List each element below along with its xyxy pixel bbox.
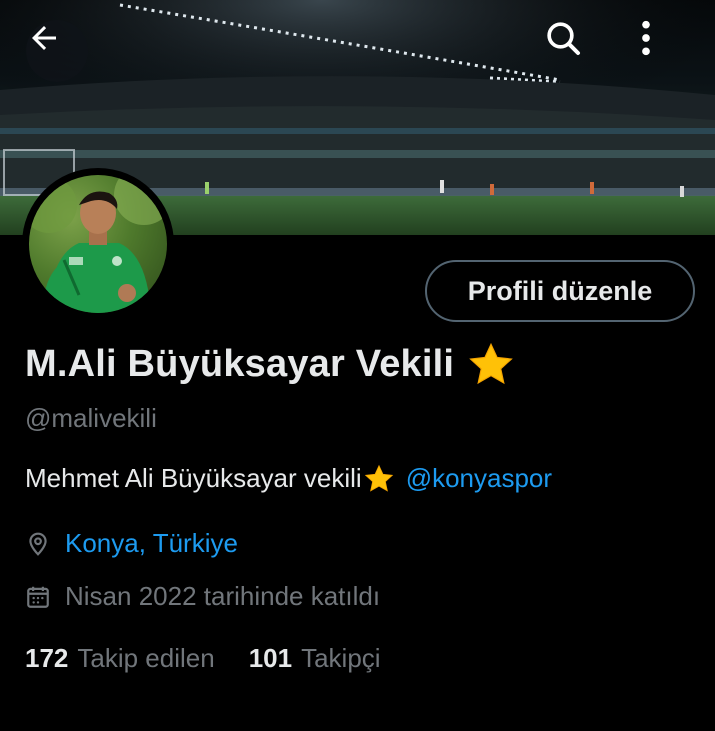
following-count: 172: [25, 643, 69, 673]
display-name-row: M.Ali Büyüksayar Vekili: [25, 342, 514, 386]
followers-count: 101: [248, 643, 293, 673]
bio-mention-link[interactable]: @konyaspor: [406, 463, 552, 494]
followers-link[interactable]: 101 Takipçi: [249, 643, 381, 674]
bio-text: Mehmet Ali Büyüksayar vekili: [25, 463, 362, 493]
more-options-button[interactable]: [636, 18, 698, 80]
bio: Mehmet Ali Büyüksayar vekili @konyaspor: [25, 463, 552, 494]
back-button[interactable]: [26, 20, 88, 82]
location-link[interactable]: Konya, Türkiye: [65, 528, 238, 559]
location-pin-icon: [25, 531, 51, 557]
edit-profile-button[interactable]: Profili düzenle: [425, 260, 695, 322]
location-row: Konya, Türkiye: [25, 528, 238, 559]
followers-label: Takipçi: [301, 643, 381, 673]
star-emoji-icon: [468, 342, 514, 386]
user-handle: @malivekili: [25, 403, 157, 433]
search-button[interactable]: [543, 18, 605, 80]
avatar[interactable]: [22, 168, 174, 320]
follow-stats: 172 Takip edilen 101 Takipçi: [25, 643, 381, 674]
following-label: Takip edilen: [77, 643, 215, 673]
star-emoji-icon: [364, 464, 394, 493]
calendar-icon: [25, 584, 51, 610]
following-link[interactable]: 172 Takip edilen: [25, 643, 215, 674]
joined-date: Nisan 2022 tarihinde katıldı: [65, 581, 381, 611]
joined-row: Nisan 2022 tarihinde katıldı: [25, 581, 380, 612]
display-name: M.Ali Büyüksayar Vekili: [25, 342, 455, 385]
avatar-image: [29, 175, 167, 313]
